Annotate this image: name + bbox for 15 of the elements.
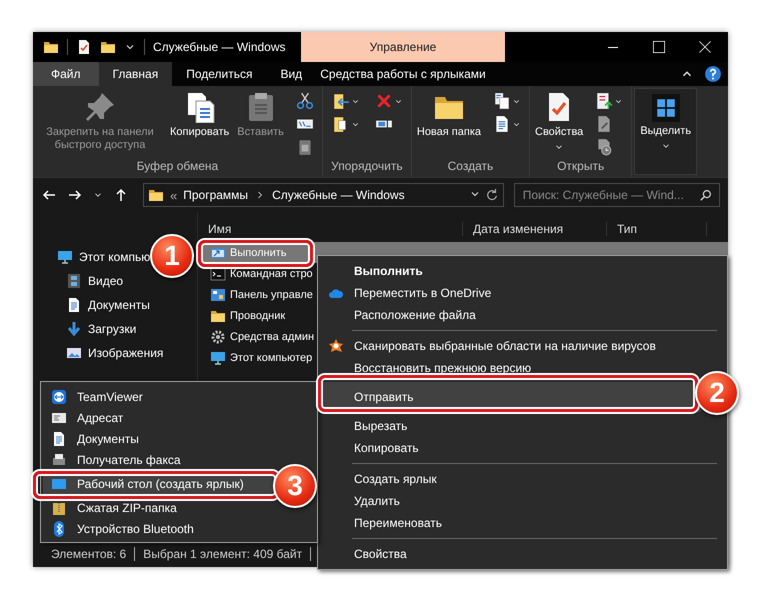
status-text: Элементов: 6 bbox=[43, 546, 136, 560]
file-name: Командная стро bbox=[230, 268, 313, 280]
group-label: Открыть bbox=[556, 159, 606, 175]
file-name: Выполнить bbox=[230, 246, 286, 258]
file-name: Средства админ bbox=[230, 330, 314, 342]
file-name: Этот компьютер bbox=[230, 352, 312, 364]
group-label: Упорядочить bbox=[330, 159, 404, 175]
file-name: Проводник bbox=[230, 310, 286, 322]
group-label: Создать bbox=[446, 159, 494, 175]
step-badge: 2 bbox=[695, 371, 739, 415]
context-group-label: Управление bbox=[301, 32, 505, 62]
file-name: Панель управле bbox=[230, 288, 313, 300]
group-label: Буфер обмена bbox=[136, 159, 220, 175]
window-title: Служебные — Windows bbox=[153, 40, 286, 54]
status-text: Выбран 1 элемент: 409 байт bbox=[135, 546, 312, 560]
